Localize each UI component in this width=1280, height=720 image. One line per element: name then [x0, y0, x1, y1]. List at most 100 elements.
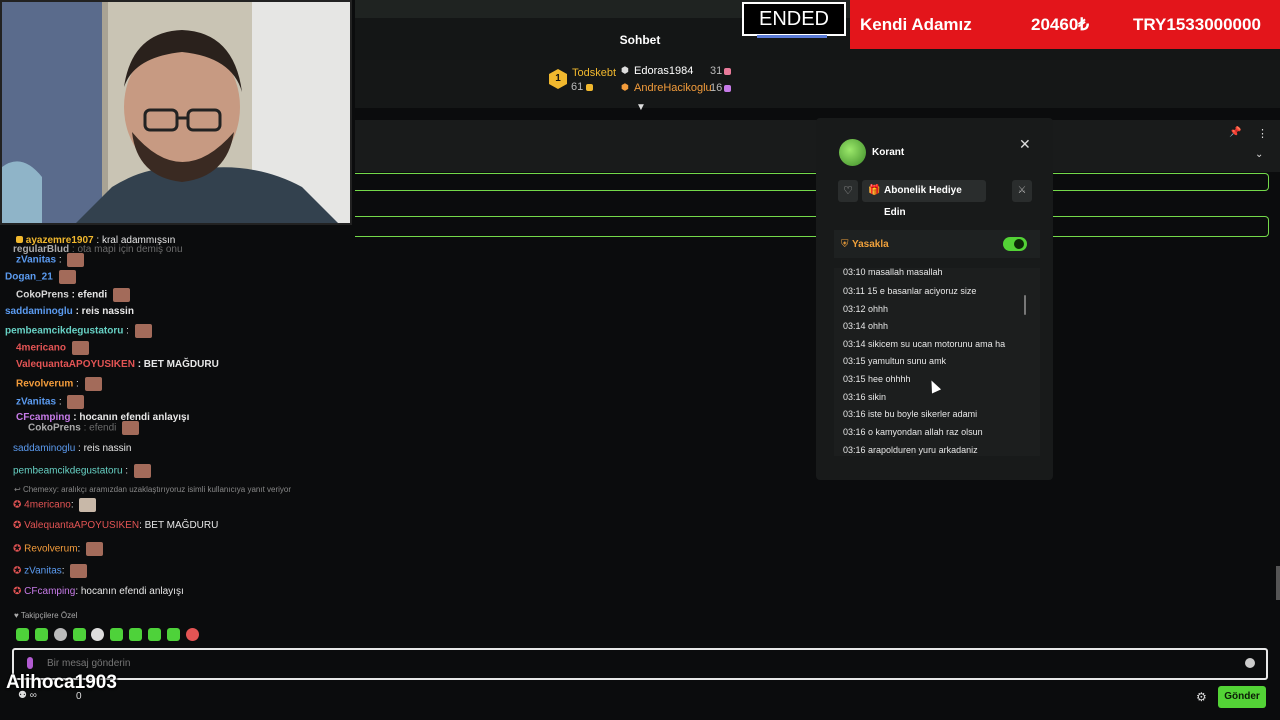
rank-3-icon: ⬢ [621, 82, 629, 92]
chat-username[interactable]: zVanitas [16, 255, 56, 266]
chat-username[interactable]: CokoPrens [16, 290, 69, 301]
chat-username[interactable]: ValequantaAPOYUSIKEN [16, 359, 135, 370]
viewers-icon: ⚉ ∞ [18, 690, 37, 701]
chat-message: ✪ CFcamping: hocanın efendi anlayışı [13, 586, 184, 597]
chat-username[interactable]: zVanitas [24, 566, 62, 577]
emote-icon[interactable] [91, 628, 104, 641]
emote-icon [84, 377, 102, 391]
emote-icon [79, 498, 97, 512]
chat-message: Revolverum : [16, 377, 102, 391]
history-item: 03:16 iste bu boyle sikerler adami [843, 409, 978, 419]
webcam-image [2, 2, 350, 223]
message-input[interactable] [12, 648, 1268, 680]
more-options-icon[interactable]: ⋮ [1257, 127, 1268, 140]
chat-text: : [126, 325, 129, 337]
badge-icon [16, 236, 23, 243]
chat-username[interactable]: zVanitas [16, 397, 56, 408]
chat-message: pembeamcikdegustatoru : [5, 324, 152, 338]
user-card-name[interactable]: Korant [872, 147, 904, 158]
chat-text: : [76, 378, 79, 390]
chat-message: ✪ 4mericano: [13, 498, 97, 512]
send-button[interactable]: Gönder [1218, 686, 1266, 708]
close-icon[interactable]: ✕ [1019, 136, 1031, 153]
emote-icon[interactable] [35, 628, 48, 641]
status-underline [757, 35, 827, 38]
history-scrollbar[interactable] [1024, 295, 1026, 315]
mod-action-button[interactable]: ⚔ [1012, 180, 1032, 202]
emote-icon[interactable] [54, 628, 67, 641]
kick-coin-icon [724, 85, 731, 92]
chat-username[interactable]: pembeamcikdegustatoru [5, 326, 123, 337]
chat-username[interactable]: Chemexy [23, 485, 57, 494]
chat-username[interactable]: saddaminoglu [13, 443, 75, 454]
chat-username[interactable]: ValequantaAPOYUSIKEN [24, 520, 139, 531]
gear-icon[interactable]: ⚙ [1196, 690, 1207, 704]
chat-text: : reis nassin [78, 443, 132, 454]
webcam-feed [0, 0, 352, 225]
page-scrollbar[interactable] [1276, 566, 1280, 600]
expand-chevron-icon[interactable]: ▼ [636, 102, 646, 113]
gift-leaderboard: 1 Todskebt 61 ⬢ Edoras1984 31 ⬢ AndreHac… [355, 60, 1280, 108]
history-item: 03:16 sikin [843, 392, 887, 402]
emote-icon [70, 564, 88, 578]
chevron-down-icon[interactable]: ⌄ [1255, 149, 1263, 160]
gift-subscription-button[interactable]: Abonelik Hediye Edin [862, 180, 986, 218]
pin-icon[interactable]: 📌 [1229, 127, 1241, 138]
chat-text: : [125, 465, 129, 477]
chat-message: Dogan_21 [5, 270, 76, 284]
mic-icon[interactable] [27, 657, 33, 669]
follower-emotes-label: ♥ Takipçilere Özel [14, 611, 78, 620]
emote-icon [58, 270, 76, 284]
shield-icon: ⛨ [841, 239, 849, 250]
chat-username[interactable]: CFcamping [24, 586, 75, 597]
emote-icon[interactable] [148, 628, 161, 641]
emote-icon[interactable] [129, 628, 142, 641]
emote-icon[interactable] [167, 628, 180, 641]
emote-icon[interactable] [186, 628, 199, 641]
rank-1-icon: 1 [549, 69, 567, 89]
chat-username[interactable]: saddaminoglu [5, 306, 73, 317]
highlighted-message [355, 173, 1269, 191]
chat-username[interactable]: pembeamcikdegustatoru [13, 466, 123, 477]
emote-icon [67, 395, 85, 409]
mod-badge-icon: ✪ [13, 499, 22, 511]
message-history[interactable]: 03:10 masallah masallah 03:11 15 e basan… [834, 268, 1040, 456]
leader-third-points: 16 [710, 82, 723, 94]
emote-icon [112, 288, 130, 302]
leader-third-name[interactable]: AndreHacikoglu [634, 82, 712, 94]
chat-username[interactable]: 4mericano [16, 343, 66, 354]
emote-icon[interactable] [73, 628, 86, 641]
emote-icon [67, 253, 85, 267]
chat-message: zVanitas : [16, 395, 85, 409]
leader-first-points: 61 [571, 81, 584, 93]
chat-text: : [61, 565, 65, 577]
emote-icon[interactable] [16, 628, 29, 641]
chat-text: : [58, 396, 62, 408]
emote-icon [134, 324, 152, 338]
history-item: 03:11 15 e basanlar aciyoruz size [843, 286, 977, 296]
chat-username[interactable]: Revolverum [24, 544, 77, 555]
emote-icon[interactable] [110, 628, 123, 641]
chat-username[interactable]: Dogan_21 [5, 272, 53, 283]
chat-message: zVanitas : [16, 253, 85, 267]
history-item: 03:12 ohhh [843, 304, 889, 314]
emote-icon [71, 341, 89, 355]
mod-badge-icon: ✪ [13, 586, 22, 597]
follower-label-text: Takipçilere Özel [20, 611, 78, 620]
reply-context: ↩ Chemexy: aralıkçı aramızdan uzaklaştır… [14, 485, 291, 494]
chat-username[interactable]: CokoPrens [28, 423, 81, 434]
chat-username[interactable]: 4mericano [24, 500, 71, 511]
chat-message: CokoPrens : efendi [28, 421, 140, 435]
chat-text: : ota mapi için demiş onu [71, 244, 183, 255]
chat-text: : [70, 499, 74, 511]
history-item: 03:15 yamultun sunu amk [843, 356, 947, 366]
follow-button[interactable]: ♡ [838, 180, 858, 202]
leader-second-name[interactable]: Edoras1984 [634, 65, 693, 77]
chat-username[interactable]: Revolverum [16, 379, 73, 390]
chat-text: : [58, 254, 62, 266]
leader-first-name[interactable]: Todskebt [572, 67, 616, 79]
mod-badge-icon: ✪ [13, 520, 22, 531]
history-item: 03:16 arapolduren yuru arkadaniz [843, 445, 978, 455]
toggle-knob [1014, 239, 1024, 249]
emoji-icon[interactable] [1245, 658, 1255, 668]
